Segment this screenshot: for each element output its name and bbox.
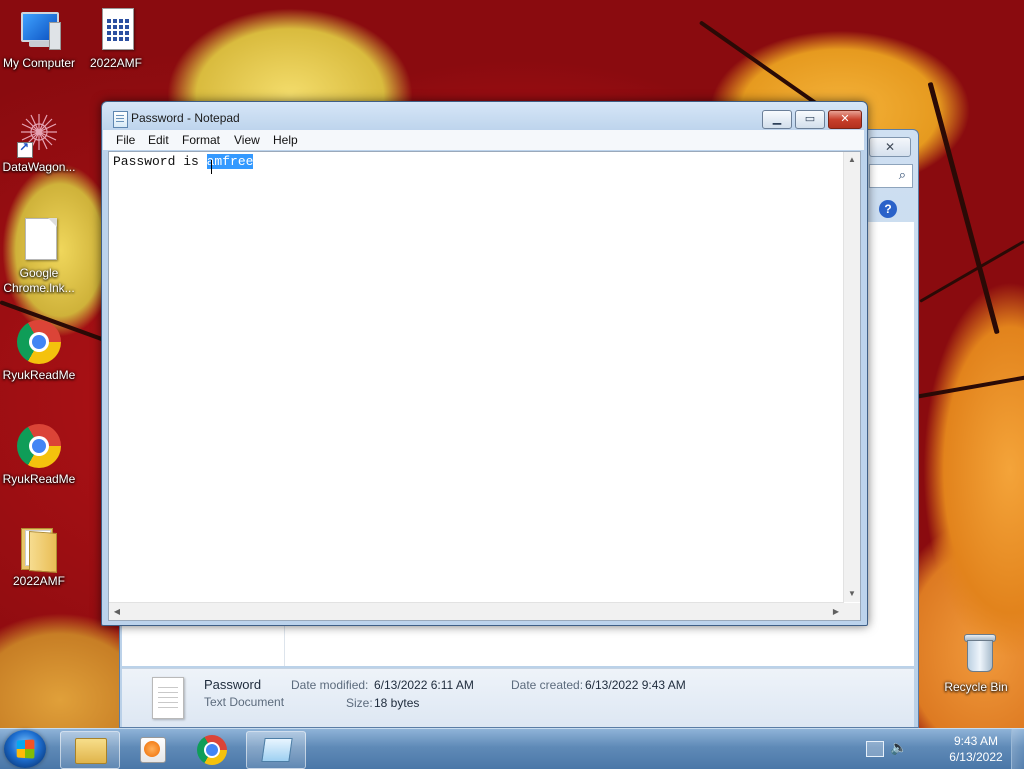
taskbar: 🔈 9:43 AM 6/13/2022 bbox=[0, 728, 1024, 769]
details-file-type: Text Document bbox=[204, 695, 285, 709]
desktop-icon-datawagon[interactable]: DataWagon... bbox=[0, 112, 78, 175]
desktop-icon-my-computer[interactable]: My Computer bbox=[0, 8, 78, 71]
computer-icon bbox=[15, 8, 63, 54]
desktop-icon-google-chrome-lnk[interactable]: Google Chrome.lnk... bbox=[0, 218, 78, 296]
vertical-scrollbar[interactable]: ▲ ▼ bbox=[843, 152, 860, 602]
chrome-icon bbox=[15, 320, 63, 366]
search-icon: ⌕ bbox=[898, 167, 906, 182]
details-size-value: 18 bytes bbox=[374, 696, 420, 710]
chrome-icon bbox=[197, 735, 227, 765]
scroll-left-arrow-icon[interactable]: ◀ bbox=[109, 603, 125, 620]
desktop-icon-label: Google Chrome.lnk... bbox=[3, 266, 75, 295]
taskbar-media-player-button[interactable] bbox=[120, 731, 178, 767]
details-date-created-label: Date created: bbox=[511, 678, 584, 692]
explorer-icon bbox=[75, 738, 107, 764]
clock-date: 6/13/2022 bbox=[949, 750, 1003, 764]
window-title: Password - Notepad bbox=[131, 111, 240, 125]
network-icon[interactable] bbox=[866, 741, 884, 757]
desktop-icon-label: Recycle Bin bbox=[944, 680, 1008, 694]
desktop-icon-label: 2022AMF bbox=[12, 574, 66, 588]
maximize-button[interactable]: ▭ bbox=[795, 110, 825, 129]
help-icon[interactable]: ? bbox=[879, 200, 897, 218]
blank-document-icon bbox=[15, 218, 63, 264]
details-file-name: Password bbox=[204, 677, 262, 692]
menu-bar: File Edit Format View Help bbox=[103, 130, 864, 150]
details-date-modified-value: 6/13/2022 6:11 AM bbox=[374, 678, 474, 692]
shortcut-arrow-icon bbox=[17, 140, 33, 158]
explorer-close-button[interactable]: ✕ bbox=[869, 137, 911, 157]
close-button[interactable]: ✕ bbox=[828, 110, 862, 129]
desktop-icon-ryukreadme-2[interactable]: RyukReadMe bbox=[0, 424, 78, 487]
menu-format[interactable]: Format bbox=[182, 133, 220, 147]
menu-help[interactable]: Help bbox=[273, 133, 298, 147]
explorer-search-box[interactable]: ⌕ bbox=[869, 164, 913, 188]
notepad-icon bbox=[261, 738, 293, 762]
scroll-down-arrow-icon[interactable]: ▼ bbox=[844, 586, 860, 602]
notepad-icon bbox=[113, 111, 128, 128]
notepad-window: Password - Notepad ▁ ▭ ✕ File Edit Forma… bbox=[101, 101, 868, 626]
scroll-up-arrow-icon[interactable]: ▲ bbox=[844, 152, 860, 168]
taskbar-notepad-button[interactable] bbox=[246, 731, 306, 769]
minimize-button[interactable]: ▁ bbox=[762, 110, 792, 129]
volume-icon[interactable]: 🔈 bbox=[890, 739, 907, 756]
scroll-right-arrow-icon[interactable]: ▶ bbox=[828, 603, 844, 620]
desktop-icon-label: DataWagon... bbox=[2, 160, 76, 174]
desktop-icon-2022amf-folder[interactable]: 2022AMF bbox=[0, 526, 78, 589]
taskbar-explorer-button[interactable] bbox=[60, 731, 120, 769]
desktop-icon-label: 2022AMF bbox=[89, 56, 143, 70]
desktop-icon-label: RyukReadMe bbox=[2, 368, 76, 382]
menu-view[interactable]: View bbox=[234, 133, 260, 147]
desktop-icon-label: RyukReadMe bbox=[2, 472, 76, 486]
explorer-details-pane: Password Text Document Date modified: 6/… bbox=[122, 668, 914, 727]
desktop-icon-label: My Computer bbox=[2, 56, 76, 70]
calendar-document-icon bbox=[92, 8, 140, 54]
chrome-icon bbox=[15, 424, 63, 470]
clock-time: 9:43 AM bbox=[953, 734, 999, 748]
desktop-icon-recycle-bin[interactable]: Recycle Bin bbox=[937, 632, 1015, 695]
datawagon-icon bbox=[15, 112, 63, 158]
menu-file[interactable]: File bbox=[116, 133, 135, 147]
horizontal-scrollbar[interactable]: ◀ ▶ bbox=[109, 602, 844, 620]
media-player-icon bbox=[140, 737, 166, 763]
taskbar-chrome-button[interactable] bbox=[183, 731, 241, 767]
show-desktop-button[interactable] bbox=[1011, 729, 1024, 769]
recycle-bin-icon bbox=[952, 632, 1000, 678]
folder-icon bbox=[15, 526, 63, 573]
start-button[interactable] bbox=[4, 730, 46, 768]
details-size-label: Size: bbox=[346, 696, 373, 710]
details-date-created-value: 6/13/2022 9:43 AM bbox=[585, 678, 686, 692]
document-text[interactable]: Password is amfree bbox=[113, 154, 254, 169]
i-beam-cursor bbox=[211, 160, 214, 174]
explorer-navigation-pane bbox=[124, 626, 285, 666]
document-text-unselected: Password is bbox=[113, 154, 207, 169]
menu-edit[interactable]: Edit bbox=[148, 133, 169, 147]
desktop-icon-ryukreadme-1[interactable]: RyukReadMe bbox=[0, 320, 78, 383]
text-editor-area[interactable]: Password is amfree ▲ ▼ ◀ ▶ bbox=[108, 151, 861, 621]
details-date-modified-label: Date modified: bbox=[291, 678, 369, 692]
desktop-icon-2022amf-file[interactable]: 2022AMF bbox=[77, 8, 155, 71]
text-document-icon bbox=[152, 677, 184, 719]
system-clock[interactable]: 9:43 AM 6/13/2022 bbox=[936, 733, 1016, 765]
size-grip[interactable] bbox=[844, 603, 860, 620]
